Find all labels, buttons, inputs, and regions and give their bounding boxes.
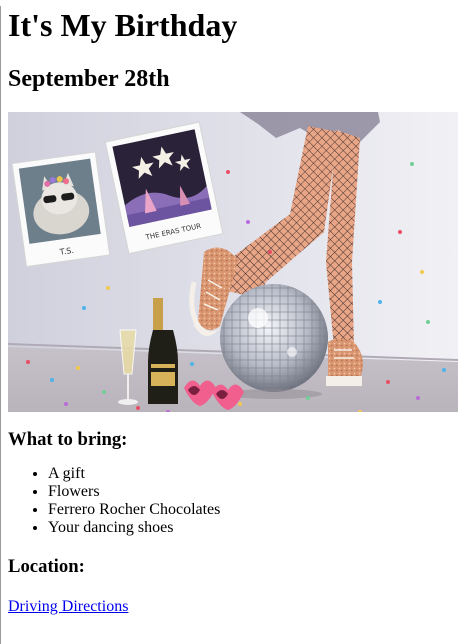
page-title: It's My Birthday <box>8 7 238 43</box>
event-date: September 28th <box>8 66 170 92</box>
party-photo: T.S. THE ERAS TOUR <box>8 112 458 412</box>
bring-list: A gift Flowers Ferrero Rocher Chocolates… <box>8 465 473 537</box>
list-item: Ferrero Rocher Chocolates <box>48 501 473 519</box>
list-item: A gift <box>48 465 473 483</box>
list-item: Flowers <box>48 483 473 501</box>
driving-directions-link[interactable]: Driving Directions <box>8 598 128 616</box>
bring-heading: What to bring: <box>8 429 128 450</box>
polaroid-left: T.S. <box>11 151 111 268</box>
list-item: Your dancing shoes <box>48 519 473 537</box>
location-heading: Location: <box>8 556 85 577</box>
page: It's My Birthday September 28th T.S. THE… <box>1 6 473 616</box>
